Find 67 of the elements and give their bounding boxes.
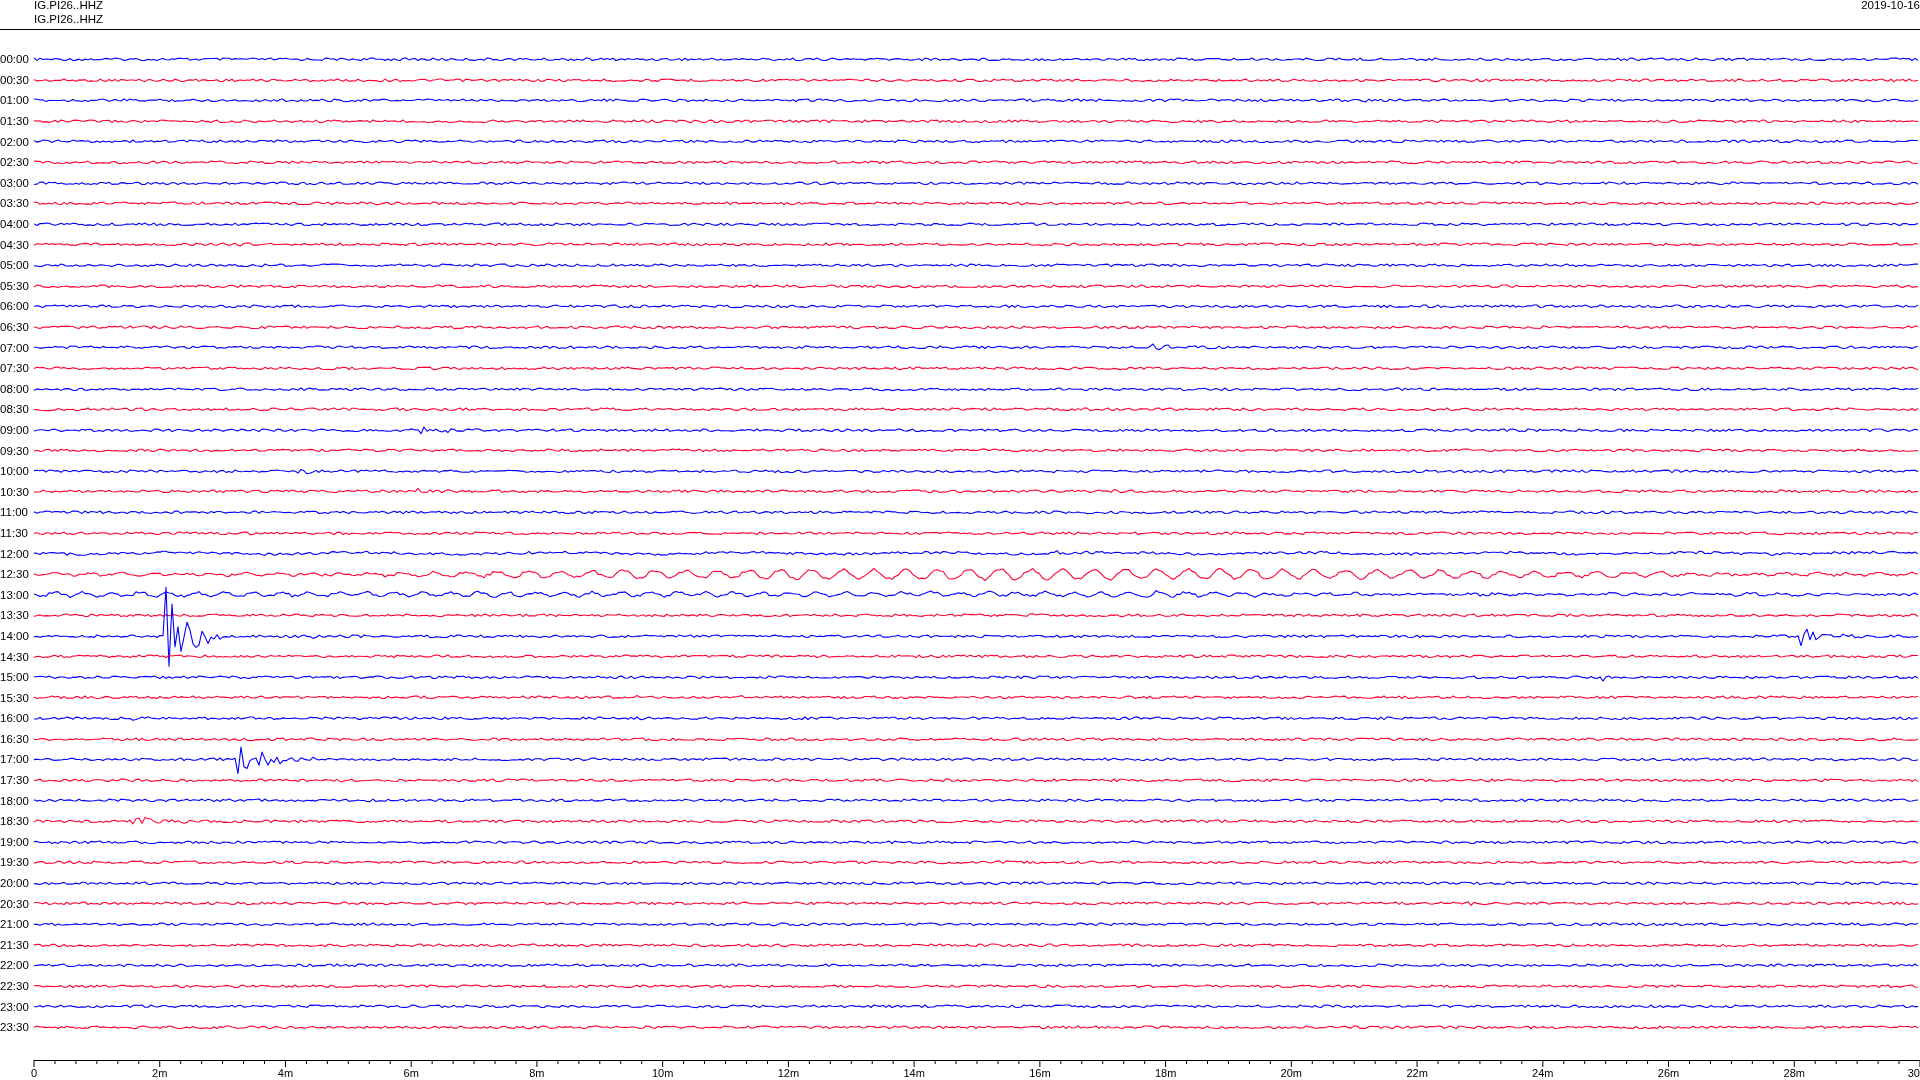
axis-tick-label: 20m bbox=[1280, 1066, 1302, 1079]
time-label: 20:00 bbox=[0, 877, 30, 890]
axis-tick-label: 4m bbox=[277, 1066, 294, 1079]
time-label: 11:00 bbox=[0, 506, 29, 519]
time-label: 21:30 bbox=[0, 938, 30, 951]
time-label: 18:00 bbox=[0, 794, 30, 807]
time-label: 13:00 bbox=[0, 588, 30, 601]
time-label: 12:00 bbox=[0, 547, 30, 560]
time-label: 07:00 bbox=[0, 341, 30, 354]
axis-tick-label: 8m bbox=[529, 1066, 545, 1079]
time-label: 01:00 bbox=[0, 94, 30, 107]
time-label: 22:00 bbox=[0, 959, 30, 972]
time-label: 22:30 bbox=[0, 980, 30, 992]
time-label: 05:00 bbox=[0, 259, 30, 272]
time-label: 00:00 bbox=[0, 53, 30, 66]
axis-tick-label: 24m bbox=[1532, 1066, 1554, 1079]
time-label: 16:00 bbox=[0, 712, 30, 725]
station-label: IG.PI26..HHZ bbox=[34, 12, 104, 26]
time-label: 09:00 bbox=[0, 424, 30, 436]
date-label: 2019-10-16 bbox=[1861, 0, 1920, 13]
time-label: 14:30 bbox=[0, 650, 30, 663]
time-label: 23:30 bbox=[0, 1021, 30, 1034]
axis-tick-label: 12m bbox=[777, 1066, 800, 1079]
time-label: 18:30 bbox=[0, 815, 30, 828]
time-label: 09:30 bbox=[0, 444, 30, 457]
time-label: 21:00 bbox=[0, 918, 30, 931]
time-label: 14:00 bbox=[0, 629, 30, 642]
time-label: 03:30 bbox=[0, 197, 30, 210]
time-label: 04:00 bbox=[0, 218, 30, 231]
time-label: 05:30 bbox=[0, 279, 30, 292]
time-label: 11:30 bbox=[0, 526, 29, 539]
axis-tick-label: 0 bbox=[31, 1066, 38, 1079]
time-label: 08:00 bbox=[0, 382, 30, 395]
time-label: 20:30 bbox=[0, 897, 30, 910]
time-label: 03:00 bbox=[0, 176, 30, 189]
axis-tick-label: 28m bbox=[1783, 1066, 1805, 1079]
time-label: 01:30 bbox=[0, 115, 30, 128]
axis-tick-label: 18m bbox=[1154, 1066, 1177, 1079]
time-label: 13:30 bbox=[0, 609, 30, 622]
axis-tick-label: 26m bbox=[1657, 1066, 1680, 1079]
time-label: 17:00 bbox=[0, 753, 30, 766]
time-label: 04:30 bbox=[0, 238, 30, 251]
time-label: 15:30 bbox=[0, 691, 30, 704]
axis-tick-label: 6m bbox=[403, 1066, 419, 1079]
time-label: 17:30 bbox=[0, 774, 30, 787]
axis-tick-label: 30 bbox=[1907, 1066, 1920, 1079]
time-label: 06:00 bbox=[0, 300, 30, 313]
time-label: 02:30 bbox=[0, 156, 30, 169]
time-label: 23:00 bbox=[0, 1000, 30, 1013]
time-label: 02:00 bbox=[0, 135, 30, 148]
axis-tick-label: 14m bbox=[903, 1066, 925, 1079]
time-label: 00:30 bbox=[0, 73, 30, 86]
time-label: 12:30 bbox=[0, 568, 30, 581]
time-label: 19:30 bbox=[0, 856, 30, 869]
time-label: 15:00 bbox=[0, 671, 30, 684]
axis-tick-label: 10m bbox=[652, 1066, 674, 1079]
axis-tick-label: 2m bbox=[152, 1066, 168, 1079]
time-label: 07:30 bbox=[0, 362, 30, 375]
axis-tick-label: 16m bbox=[1029, 1066, 1051, 1079]
time-label: 10:30 bbox=[0, 485, 30, 498]
time-label: 06:30 bbox=[0, 321, 30, 333]
time-label: 19:00 bbox=[0, 835, 30, 848]
station-label: IG.PI26..HHZ bbox=[34, 0, 104, 12]
time-label: 10:00 bbox=[0, 465, 30, 478]
time-label: 16:30 bbox=[0, 732, 30, 745]
time-label: 08:30 bbox=[0, 403, 30, 416]
axis-tick-label: 22m bbox=[1406, 1066, 1428, 1079]
